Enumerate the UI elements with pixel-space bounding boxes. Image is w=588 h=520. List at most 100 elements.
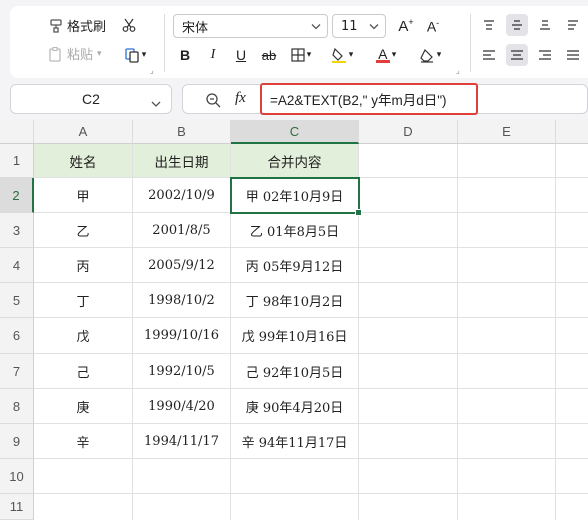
cell[interactable] xyxy=(556,354,588,389)
combined-cell[interactable]: 戊 99年10月16日 xyxy=(231,318,359,354)
name-cell[interactable]: 丙 xyxy=(34,248,133,283)
cell[interactable] xyxy=(556,318,588,354)
dialog-launcher-icon[interactable]: ⌟ xyxy=(150,66,154,75)
cell[interactable] xyxy=(556,213,588,248)
name-cell[interactable]: 己 xyxy=(34,354,133,389)
cell[interactable] xyxy=(458,459,556,494)
cell[interactable] xyxy=(458,494,556,520)
select-all-corner[interactable] xyxy=(0,120,34,144)
cell[interactable] xyxy=(458,318,556,354)
cell[interactable] xyxy=(556,178,588,213)
combined-cell[interactable]: 庚 90年4月20日 xyxy=(231,389,359,424)
row-header-8[interactable]: 8 xyxy=(0,389,34,424)
header-cell-birthdate[interactable]: 出生日期 xyxy=(133,144,231,178)
cell[interactable] xyxy=(359,178,458,213)
combined-cell[interactable]: 丁 98年10月2日 xyxy=(231,283,359,318)
name-cell[interactable]: 甲 xyxy=(34,178,133,213)
cell[interactable] xyxy=(34,494,133,520)
date-cell[interactable]: 1992/10/5 xyxy=(133,354,231,389)
combined-cell[interactable]: 丙 05年9月12日 xyxy=(231,248,359,283)
name-cell[interactable]: 戊 xyxy=(34,318,133,354)
cell[interactable] xyxy=(458,389,556,424)
cell[interactable] xyxy=(556,283,588,318)
align-left-button[interactable] xyxy=(478,44,500,66)
cell[interactable] xyxy=(556,494,588,520)
combined-cell[interactable]: 己 92年10月5日 xyxy=(231,354,359,389)
name-cell[interactable]: 庚 xyxy=(34,389,133,424)
cell[interactable] xyxy=(359,283,458,318)
name-box[interactable]: C2 xyxy=(10,84,172,114)
cell[interactable] xyxy=(556,424,588,459)
cell[interactable] xyxy=(34,459,133,494)
font-size-select[interactable]: 11 xyxy=(332,14,386,38)
font-name-select[interactable]: 宋体 xyxy=(173,14,328,38)
borders-button[interactable]: ▾ xyxy=(286,44,316,66)
italic-button[interactable]: I xyxy=(202,44,224,66)
date-cell[interactable]: 1990/4/20 xyxy=(133,389,231,424)
font-color-button[interactable]: A ▾ xyxy=(370,44,402,66)
cell[interactable] xyxy=(458,248,556,283)
align-center-button[interactable] xyxy=(506,44,528,66)
date-cell[interactable]: 2001/8/5 xyxy=(133,213,231,248)
row-header-4[interactable]: 4 xyxy=(0,248,34,283)
align-right-button[interactable] xyxy=(534,44,556,66)
row-header-10[interactable]: 10 xyxy=(0,459,34,494)
cell[interactable] xyxy=(133,459,231,494)
cell[interactable] xyxy=(359,144,458,178)
name-cell[interactable]: 乙 xyxy=(34,213,133,248)
date-cell[interactable]: 1998/10/2 xyxy=(133,283,231,318)
fill-color-button[interactable]: ▾ xyxy=(326,44,358,66)
cell[interactable] xyxy=(359,318,458,354)
cut-button[interactable] xyxy=(118,14,140,36)
cell[interactable] xyxy=(458,283,556,318)
row-header-2[interactable]: 2 xyxy=(0,178,34,213)
date-cell[interactable]: 2005/9/12 xyxy=(133,248,231,283)
shrink-font-button[interactable]: A- xyxy=(422,15,444,37)
cell[interactable] xyxy=(359,459,458,494)
column-header-e[interactable]: E xyxy=(458,120,556,144)
cell[interactable] xyxy=(231,494,359,520)
copy-button[interactable]: ▾ xyxy=(120,44,150,66)
row-header-9[interactable]: 9 xyxy=(0,424,34,459)
column-header-d[interactable]: D xyxy=(359,120,458,144)
date-cell[interactable]: 1999/10/16 xyxy=(133,318,231,354)
row-header-7[interactable]: 7 xyxy=(0,354,34,389)
row-header-11[interactable]: 11 xyxy=(0,494,34,520)
combined-cell[interactable]: 辛 94年11月17日 xyxy=(231,424,359,459)
row-header-1[interactable]: 1 xyxy=(0,144,34,178)
cell[interactable] xyxy=(556,459,588,494)
column-header-f[interactable] xyxy=(556,120,588,144)
clear-format-button[interactable]: ▾ xyxy=(414,44,446,66)
dialog-launcher-icon[interactable]: ⌟ xyxy=(456,66,460,75)
align-top-button[interactable] xyxy=(478,14,500,36)
row-header-3[interactable]: 3 xyxy=(0,213,34,248)
zoom-icon[interactable] xyxy=(205,92,221,112)
column-header-a[interactable]: A xyxy=(34,120,133,144)
fx-icon[interactable]: fx xyxy=(235,90,246,107)
cell[interactable] xyxy=(359,389,458,424)
combined-cell[interactable]: 甲 02年10月9日 xyxy=(231,178,359,213)
cell[interactable] xyxy=(458,213,556,248)
name-cell[interactable]: 丁 xyxy=(34,283,133,318)
combined-cell[interactable]: 乙 01年8月5日 xyxy=(231,213,359,248)
cell[interactable] xyxy=(359,494,458,520)
header-cell-name[interactable]: 姓名 xyxy=(34,144,133,178)
cell[interactable] xyxy=(458,178,556,213)
date-cell[interactable]: 2002/10/9 xyxy=(133,178,231,213)
cell[interactable] xyxy=(556,389,588,424)
grow-font-button[interactable]: A+ xyxy=(395,15,417,37)
format-painter-button[interactable]: 格式刷 xyxy=(48,16,106,35)
cell[interactable] xyxy=(556,144,588,178)
column-header-b[interactable]: B xyxy=(133,120,231,144)
column-header-c[interactable]: C xyxy=(231,120,359,144)
strikethrough-button[interactable]: ab xyxy=(258,44,280,66)
cell[interactable] xyxy=(359,354,458,389)
wrap-button[interactable] xyxy=(562,14,584,36)
cell[interactable] xyxy=(458,424,556,459)
cell[interactable] xyxy=(133,494,231,520)
bold-button[interactable]: B xyxy=(174,44,196,66)
paste-button[interactable]: 粘贴 ▾ xyxy=(48,44,102,63)
cell[interactable] xyxy=(359,213,458,248)
header-cell-combined[interactable]: 合并内容 xyxy=(231,144,359,178)
underline-button[interactable]: U xyxy=(230,44,252,66)
